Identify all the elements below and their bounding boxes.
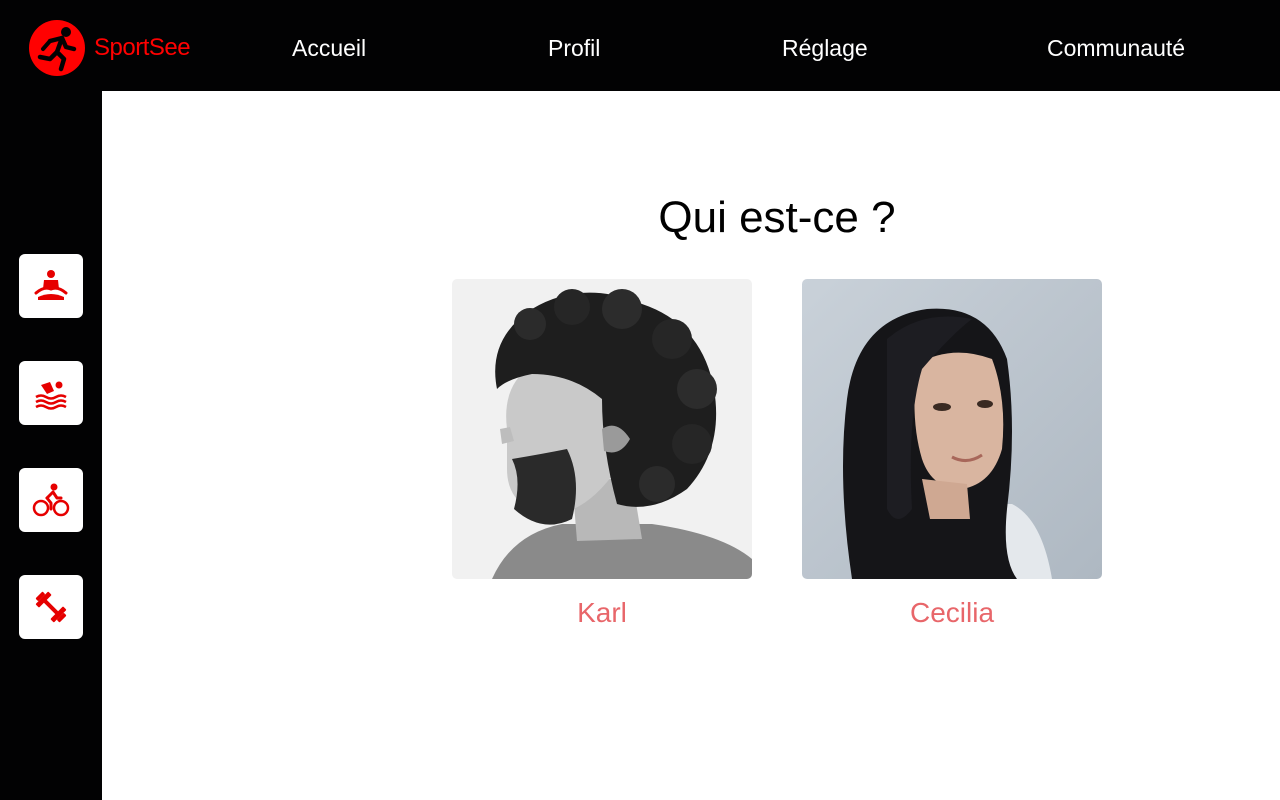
top-navigation-bar: SportSee Accueil Profil Réglage Communau…	[0, 0, 1280, 91]
user-photo	[452, 279, 752, 579]
user-name: Karl	[577, 597, 627, 628]
sidebar-item-weightlifting[interactable]	[19, 575, 83, 639]
page-title: Qui est-ce ?	[658, 193, 896, 242]
sidebar-item-yoga[interactable]	[19, 254, 83, 318]
sidebar-item-swimming[interactable]	[19, 361, 83, 425]
activity-sidebar	[0, 91, 102, 800]
brand[interactable]: SportSee	[28, 19, 191, 77]
swimming-icon	[35, 381, 67, 410]
user-card-cecilia[interactable]: Cecilia	[802, 279, 1102, 629]
dumbbell-icon	[35, 591, 67, 623]
cycling-icon	[32, 483, 70, 517]
nav-link-accueil[interactable]: Accueil	[292, 33, 366, 63]
sidebar-item-cycling[interactable]	[19, 468, 83, 532]
user-name: Cecilia	[909, 597, 995, 628]
user-photo	[802, 279, 1102, 579]
runner-logo-icon	[29, 20, 85, 76]
nav-link-communaute[interactable]: Communauté	[1047, 33, 1185, 63]
user-card-karl[interactable]: Karl	[452, 279, 752, 629]
nav-link-profil[interactable]: Profil	[548, 33, 600, 63]
brand-name: SportSee	[94, 34, 191, 61]
nav-link-reglage[interactable]: Réglage	[782, 33, 868, 63]
yoga-meditation-icon	[34, 270, 68, 300]
main-content: Qui est-ce ? Karl Cecilia	[102, 91, 1280, 800]
